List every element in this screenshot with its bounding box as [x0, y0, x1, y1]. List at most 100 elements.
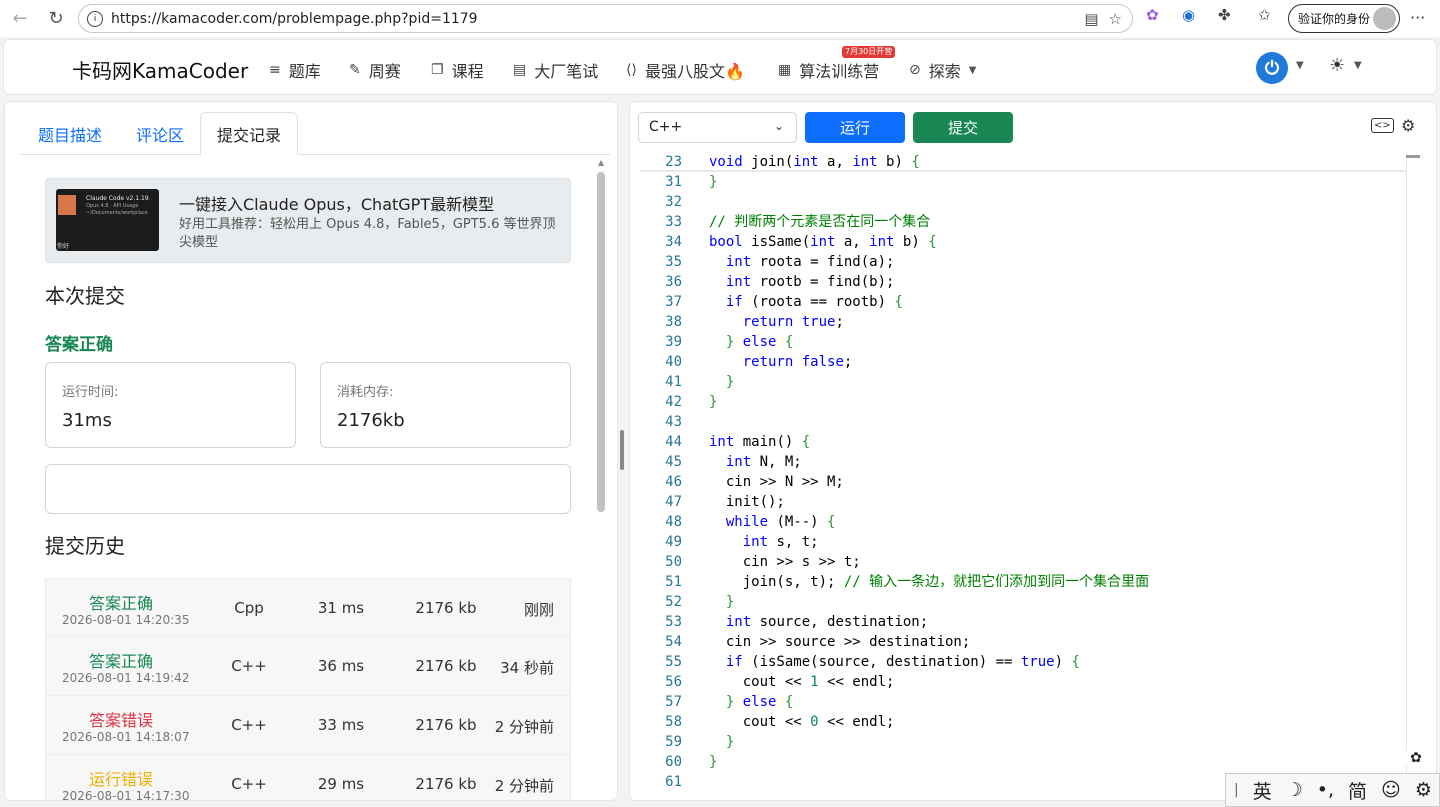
code-line: 59 } — [640, 732, 1406, 752]
ime-simplified-toggle[interactable]: 简 — [1348, 777, 1367, 804]
panel-resize-handle[interactable] — [620, 430, 624, 470]
nav-courses[interactable]: ❐ 课程 — [431, 58, 484, 82]
nav-problems[interactable]: ≡ 题库 — [269, 58, 321, 82]
scrollbar[interactable] — [597, 172, 605, 512]
address-bar[interactable]: i https://kamacoder.com/problempage.php?… — [78, 4, 1133, 33]
line-text: int s, t; — [742, 534, 819, 550]
back-icon[interactable]: ← — [4, 2, 36, 34]
nav-camp[interactable]: ▦ 算法训练营 — [778, 58, 879, 82]
history-row[interactable]: 答案正确 2026-08-01 14:20:35 Cpp 31 ms 2176 kb 刚刚 — [45, 578, 571, 637]
emoji-icon[interactable]: ☺ — [1381, 779, 1401, 801]
nav-weekly[interactable]: ✎ 周赛 — [349, 58, 401, 82]
line-text: int roota = find(a); — [725, 254, 895, 270]
ime-lang-toggle[interactable]: 英 — [1253, 777, 1272, 804]
code-editor[interactable]: 23 void join(int a, int b) {31} 32 33 // 判断两… — [640, 152, 1406, 792]
pencil-icon: ✎ — [349, 62, 361, 78]
moon-icon[interactable]: ☽ — [1286, 779, 1303, 801]
code-line: 50 cin >> s >> t; — [640, 552, 1406, 572]
theme-sun-icon[interactable]: ☀ — [1329, 55, 1345, 76]
extension-icon[interactable]: ◉ — [1182, 6, 1195, 24]
brand[interactable]: 卡码网KamaCoder — [72, 55, 248, 84]
code-line: 48 while (M--) { — [640, 512, 1406, 532]
scroll-up-icon[interactable]: ▲ — [598, 158, 604, 167]
tab-submissions[interactable]: 提交记录 — [200, 112, 298, 155]
info-icon[interactable]: i — [87, 10, 103, 27]
line-text: if (roota == rootb) { — [725, 294, 903, 310]
favorites-icon[interactable]: ✩ — [1258, 6, 1271, 24]
code-line: 60} — [640, 752, 1406, 772]
nav-explore[interactable]: ⊘ 探索 ▼ — [909, 58, 976, 82]
chevron-down-icon[interactable]: ▼ — [1354, 60, 1362, 71]
editor-scrollbar[interactable] — [1406, 158, 1407, 792]
line-text: cin >> source >> destination; — [709, 634, 971, 650]
code-line: 41 } — [640, 372, 1406, 392]
user-avatar[interactable]: ⏻ — [1256, 52, 1288, 84]
scroll-thumb[interactable] — [1406, 155, 1420, 158]
history-row[interactable]: 答案错误 2026-08-01 14:18:07 C++ 33 ms 2176 kb 2 … — [45, 696, 571, 755]
language-select[interactable]: C++ ⌄ — [638, 112, 797, 143]
line-number: 34 — [665, 234, 682, 250]
more-icon[interactable]: ··· — [1410, 8, 1425, 27]
history-language: C++ — [231, 657, 267, 675]
reader-icon[interactable]: ▤ — [1084, 10, 1098, 28]
line-text: while (M--) { — [725, 514, 836, 530]
code-icon[interactable]: <> — [1371, 118, 1394, 133]
line-number: 51 — [665, 574, 682, 590]
submit-button[interactable]: 提交 — [913, 112, 1013, 143]
line-number: 49 — [665, 534, 682, 550]
gear-icon[interactable]: ⚙ — [1415, 779, 1432, 801]
gear-icon[interactable]: ⚙ — [1401, 116, 1415, 135]
line-number: 60 — [665, 754, 682, 770]
code-line: 38 return true; — [640, 312, 1406, 332]
code-line: 34 bool isSame(int a, int b) { — [640, 232, 1406, 252]
nav-label: 算法训练营 — [799, 62, 880, 81]
favorite-star-icon[interactable]: ☆ — [1109, 10, 1122, 28]
ime-toolbar: | 英 ☽ •, 简 ☺ ⚙ — [1225, 773, 1440, 807]
compass-icon: ⊘ — [909, 62, 921, 78]
tab-description[interactable]: 题目描述 — [20, 112, 120, 155]
site-navbar: 卡码网KamaCoder ≡ 题库 ✎ 周赛 ❐ 课程 ▤ 大厂笔试 ⟨⟩ 最强八股文🔥 … — [3, 39, 1437, 95]
run-button[interactable]: 运行 — [805, 112, 905, 143]
history-ago: 刚刚 — [523, 601, 554, 619]
line-number: 50 — [665, 554, 682, 570]
line-text: } — [725, 734, 735, 750]
tab-comments[interactable]: 评论区 — [120, 112, 200, 155]
copilot-icon[interactable]: ✿ — [1146, 6, 1159, 24]
history-memory: 2176 kb — [415, 775, 477, 793]
profile-button[interactable]: 验证你的身份 — [1288, 4, 1400, 33]
history-ago: 2 分钟前 — [494, 777, 554, 795]
code-line: 36 int rootb = find(b); — [640, 272, 1406, 292]
refresh-icon[interactable]: ↻ — [40, 2, 72, 34]
line-number: 31 — [665, 174, 682, 190]
line-number: 47 — [665, 494, 682, 510]
line-number: 42 — [665, 394, 682, 410]
code-line: 58 cout << 0 << endl; — [640, 712, 1406, 732]
history-row[interactable]: 运行错误 2026-08-01 14:17:30 C++ 29 ms 2176 kb 2 … — [45, 755, 571, 800]
history-language: C++ — [231, 775, 267, 793]
ad-banner[interactable]: Claude Code v2.1.19 Opus 4.8 · API Usage… — [45, 178, 571, 263]
history-runtime: 33 ms — [317, 716, 365, 734]
chevron-down-icon[interactable]: ▼ — [1296, 60, 1304, 71]
line-number: 37 — [665, 294, 682, 310]
camp-badge: 7月30日开营 — [842, 46, 896, 58]
history-language: C++ — [231, 716, 267, 734]
code-line: 45 int N, M; — [640, 452, 1406, 472]
line-text: // 判断两个元素是否在同一个集合 — [709, 214, 931, 230]
ad-title: 一键接入Claude Opus，ChatGPT最新模型 — [179, 195, 495, 214]
copilot-icon[interactable]: ✿ — [1404, 746, 1428, 770]
nav-baguwen[interactable]: ⟨⟩ 最强八股文🔥 — [626, 58, 745, 82]
code-line: 49 int s, t; — [640, 532, 1406, 552]
nav-label: 最强八股文🔥 — [644, 62, 745, 81]
history-row[interactable]: 答案正确 2026-08-01 14:19:42 C++ 36 ms 2176 kb 34… — [45, 637, 571, 696]
history-time: 2026-08-01 14:20:35 — [62, 613, 190, 627]
runtime-label: 运行时间: — [62, 385, 119, 400]
nav-exams[interactable]: ▤ 大厂笔试 — [513, 58, 598, 82]
ime-handle[interactable]: | — [1234, 782, 1239, 798]
line-number: 40 — [665, 354, 682, 370]
puzzle-icon[interactable]: ✤ — [1218, 6, 1231, 24]
nav-label: 周赛 — [368, 62, 401, 81]
line-number: 54 — [665, 634, 682, 650]
punctuation-icon[interactable]: •, — [1317, 779, 1334, 801]
history-title: 提交历史 — [45, 534, 125, 558]
line-text: return true; — [742, 314, 844, 330]
